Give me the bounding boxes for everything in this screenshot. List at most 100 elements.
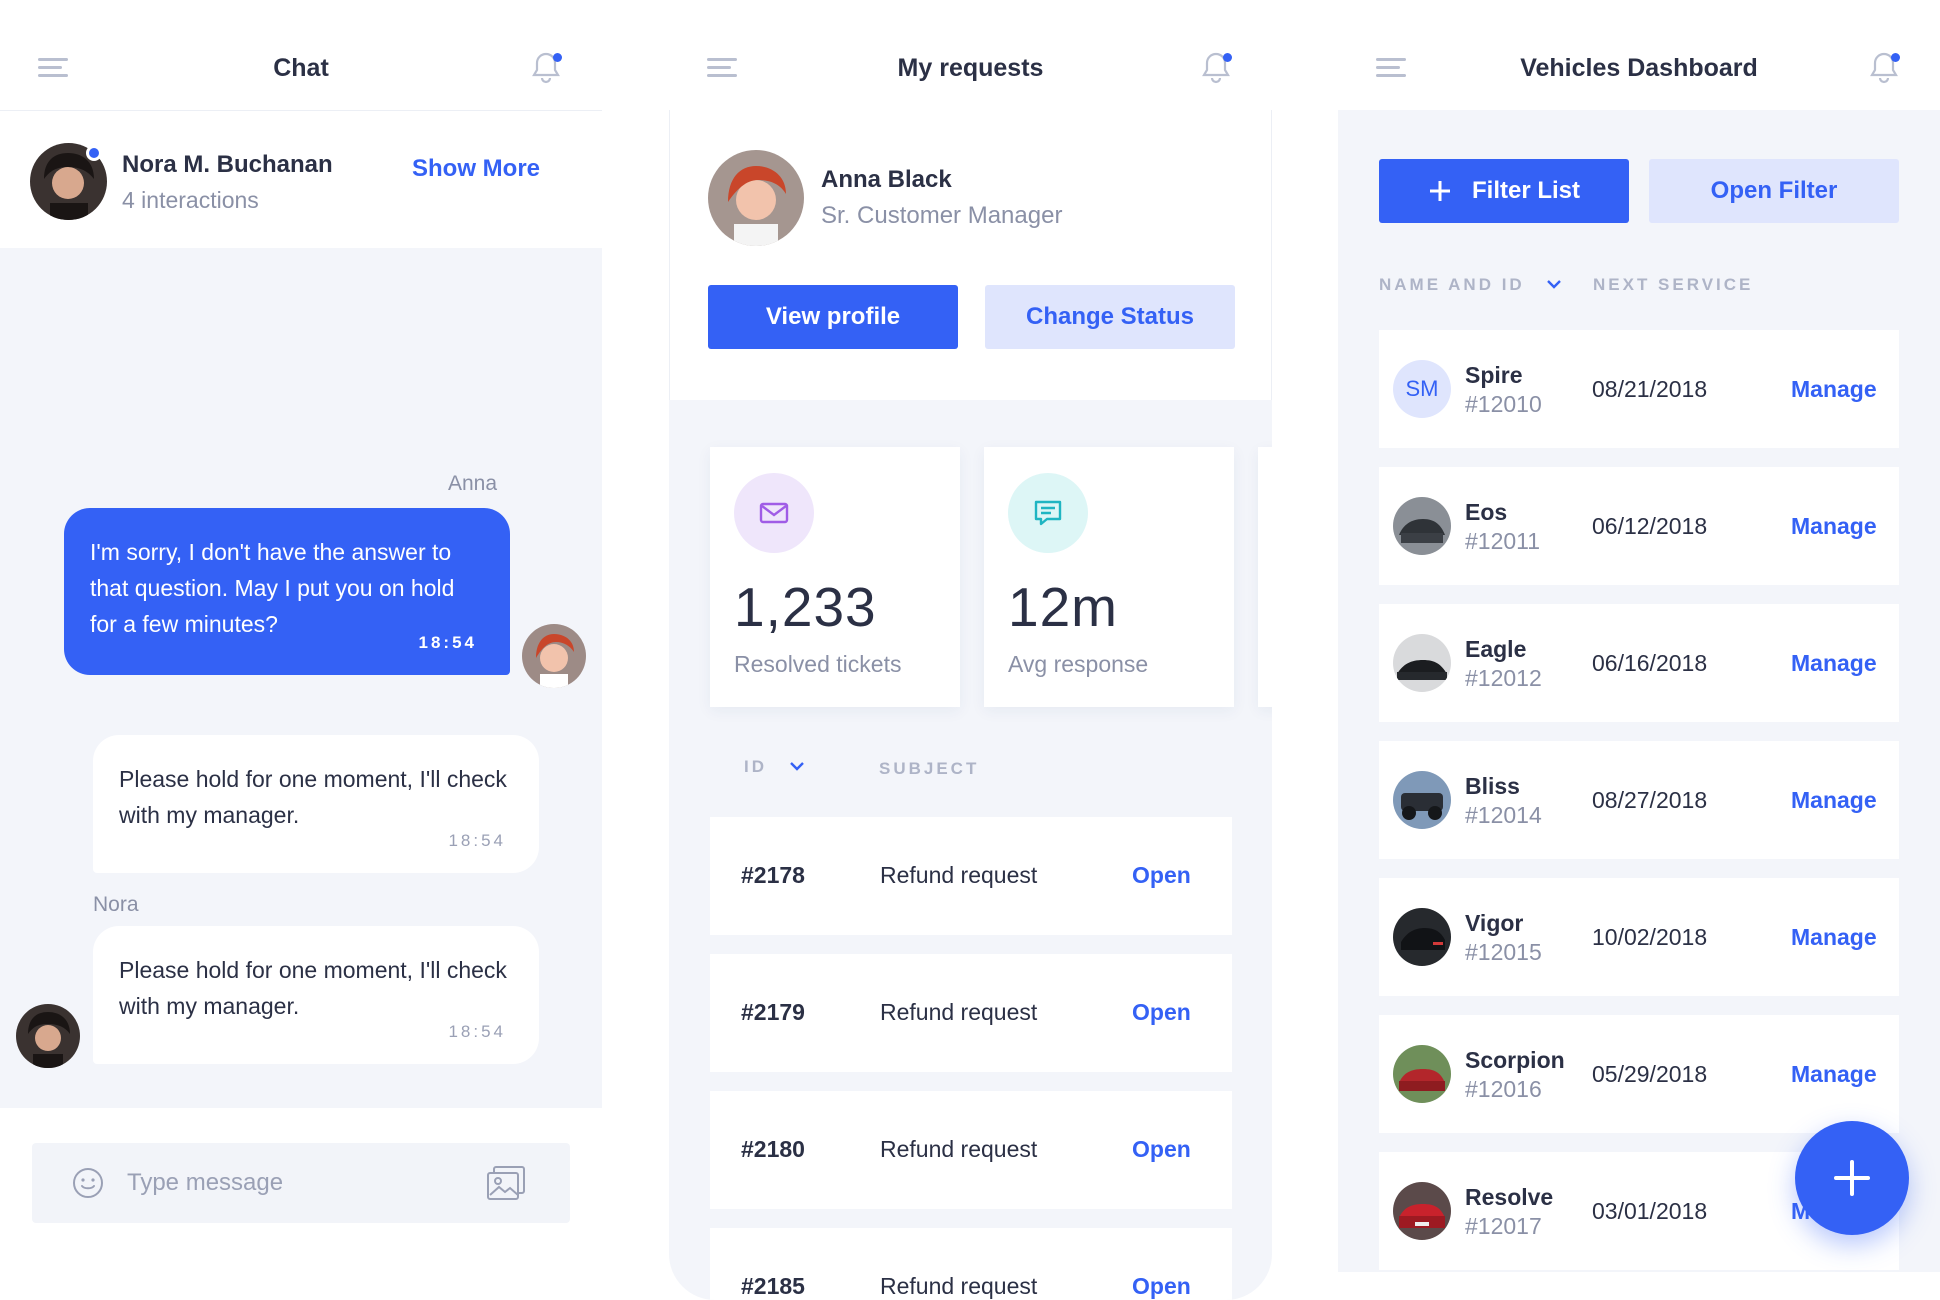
stat-label: Resolved tickets <box>734 651 902 677</box>
view-profile-button[interactable]: View profile <box>708 285 958 349</box>
add-button[interactable] <box>1795 1121 1909 1235</box>
message-time: 18:54 <box>448 831 506 850</box>
request-subject: Refund request <box>880 999 1038 1025</box>
vehicle-initials-avatar: SM <box>1393 360 1451 418</box>
next-service-date: 05/29/2018 <box>1592 1061 1708 1087</box>
request-id: #2178 <box>741 862 805 888</box>
contact-name: Nora M. Buchanan <box>122 151 333 178</box>
vehicle-id: #12016 <box>1465 1076 1542 1102</box>
table-row[interactable]: Scorpion #12016 05/29/2018 Manage <box>1379 1015 1899 1133</box>
vehicle-photo <box>1393 908 1451 966</box>
stat-label: Avg response <box>1008 651 1149 677</box>
mail-icon <box>734 473 814 553</box>
vehicle-id: #12010 <box>1465 391 1542 417</box>
table-row[interactable]: #2179 Refund request Open <box>710 954 1232 1072</box>
vehicle-name: Spire <box>1465 362 1523 388</box>
plus-icon <box>1429 181 1450 201</box>
incoming-message: Please hold for one moment, I'll check w… <box>93 926 539 1064</box>
table-row[interactable]: Bliss #12014 08/27/2018 Manage <box>1379 741 1899 859</box>
manage-link[interactable]: Manage <box>1791 787 1877 814</box>
notification-dot <box>1891 53 1900 62</box>
chevron-down-icon <box>789 762 804 771</box>
next-service-date: 03/01/2018 <box>1592 1198 1708 1224</box>
chat-panel: Chat Nora M. Buchanan 4 interactions Sho… <box>0 0 602 1300</box>
stat-card-partial <box>1258 447 1272 707</box>
table-row[interactable]: SM Spire #12010 08/21/2018 Manage <box>1379 330 1899 448</box>
next-service-date: 10/02/2018 <box>1592 924 1708 950</box>
manage-link[interactable]: Manage <box>1791 376 1877 403</box>
open-link[interactable]: Open <box>1132 1273 1191 1300</box>
manage-link[interactable]: Manage <box>1791 1061 1877 1088</box>
notification-bell-icon[interactable] <box>1868 50 1900 84</box>
notification-bell-icon[interactable] <box>530 50 562 84</box>
request-id: #2185 <box>741 1273 805 1299</box>
requests-panel: My requests Anna Black Sr. Customer Mana… <box>669 0 1272 1300</box>
notification-dot <box>553 53 562 62</box>
profile-name: Anna Black <box>821 166 952 193</box>
manage-link[interactable]: Manage <box>1791 650 1877 677</box>
request-id: #2180 <box>741 1136 805 1162</box>
chevron-down-icon <box>1547 280 1562 289</box>
online-status-dot <box>86 145 102 161</box>
chat-topbar: Chat <box>0 0 602 110</box>
request-id: #2179 <box>741 999 805 1025</box>
incoming-message: Please hold for one moment, I'll check w… <box>93 735 539 873</box>
next-service-date: 08/27/2018 <box>1592 787 1708 813</box>
vehicles-content: Filter List Open Filter NAME AND ID NEXT… <box>1338 110 1940 1272</box>
table-row[interactable]: Eos #12011 06/12/2018 Manage <box>1379 467 1899 585</box>
show-more-link[interactable]: Show More <box>412 155 540 183</box>
message-text: Please hold for one moment, I'll check w… <box>119 957 507 1019</box>
profile-role: Sr. Customer Manager <box>821 202 1063 229</box>
vehicle-photo <box>1393 771 1451 829</box>
open-link[interactable]: Open <box>1132 999 1191 1026</box>
vehicle-photo <box>1393 634 1451 692</box>
column-header-id[interactable]: ID <box>744 757 805 777</box>
table-row[interactable]: Vigor #12015 10/02/2018 Manage <box>1379 878 1899 996</box>
avatar <box>522 624 586 688</box>
page-title: My requests <box>897 54 1044 82</box>
message-composer <box>0 1110 602 1300</box>
message-text: I'm sorry, I don't have the answer to th… <box>90 539 455 637</box>
requests-content: Anna Black Sr. Customer Manager View pro… <box>669 110 1272 1300</box>
column-header-subject: SUBJECT <box>879 759 980 778</box>
image-attach-icon[interactable] <box>486 1165 526 1201</box>
page-title: Vehicles Dashboard <box>1520 54 1758 82</box>
stat-value: 1,233 <box>734 576 877 638</box>
emoji-icon[interactable] <box>72 1167 104 1199</box>
vehicle-name: Eos <box>1465 499 1508 525</box>
table-row[interactable]: #2180 Refund request Open <box>710 1091 1232 1209</box>
table-row[interactable]: Eagle #12012 06/16/2018 Manage <box>1379 604 1899 722</box>
filter-list-button[interactable]: Filter List <box>1379 159 1629 223</box>
vehicle-name: Eagle <box>1465 636 1527 662</box>
stat-value: 12m <box>1008 576 1118 638</box>
vehicle-name: Scorpion <box>1465 1047 1565 1073</box>
column-header-service: NEXT SERVICE <box>1593 275 1754 294</box>
profile-card: Anna Black Sr. Customer Manager View pro… <box>669 110 1272 400</box>
table-row[interactable]: #2185 Refund request Open <box>710 1228 1232 1300</box>
vehicle-name: Vigor <box>1465 910 1524 936</box>
table-row[interactable]: #2178 Refund request Open <box>710 817 1232 935</box>
change-status-button[interactable]: Change Status <box>985 285 1235 349</box>
column-header-name[interactable]: NAME AND ID <box>1379 275 1562 295</box>
notification-dot <box>1223 53 1232 62</box>
open-link[interactable]: Open <box>1132 862 1191 889</box>
manage-link[interactable]: Manage <box>1791 513 1877 540</box>
message-sender: Nora <box>93 893 139 916</box>
manage-link[interactable]: Manage <box>1791 924 1877 951</box>
request-subject: Refund request <box>880 1136 1038 1162</box>
contact-interactions: 4 interactions <box>122 187 259 213</box>
message-input[interactable] <box>127 1163 457 1203</box>
notification-bell-icon[interactable] <box>1200 50 1232 84</box>
vehicles-topbar: Vehicles Dashboard <box>1338 0 1940 110</box>
avatar <box>16 1004 80 1068</box>
vehicle-photo <box>1393 1182 1451 1240</box>
message-text: Please hold for one moment, I'll check w… <box>119 766 507 828</box>
vehicle-id: #12017 <box>1465 1213 1542 1239</box>
chat-messages: Anna I'm sorry, I don't have the answer … <box>0 248 602 1108</box>
vehicle-photo <box>1393 1045 1451 1103</box>
request-subject: Refund request <box>880 862 1038 888</box>
message-sender: Anna <box>448 472 498 495</box>
open-link[interactable]: Open <box>1132 1136 1191 1163</box>
message-input-box <box>32 1143 570 1223</box>
open-filter-button[interactable]: Open Filter <box>1649 159 1899 223</box>
